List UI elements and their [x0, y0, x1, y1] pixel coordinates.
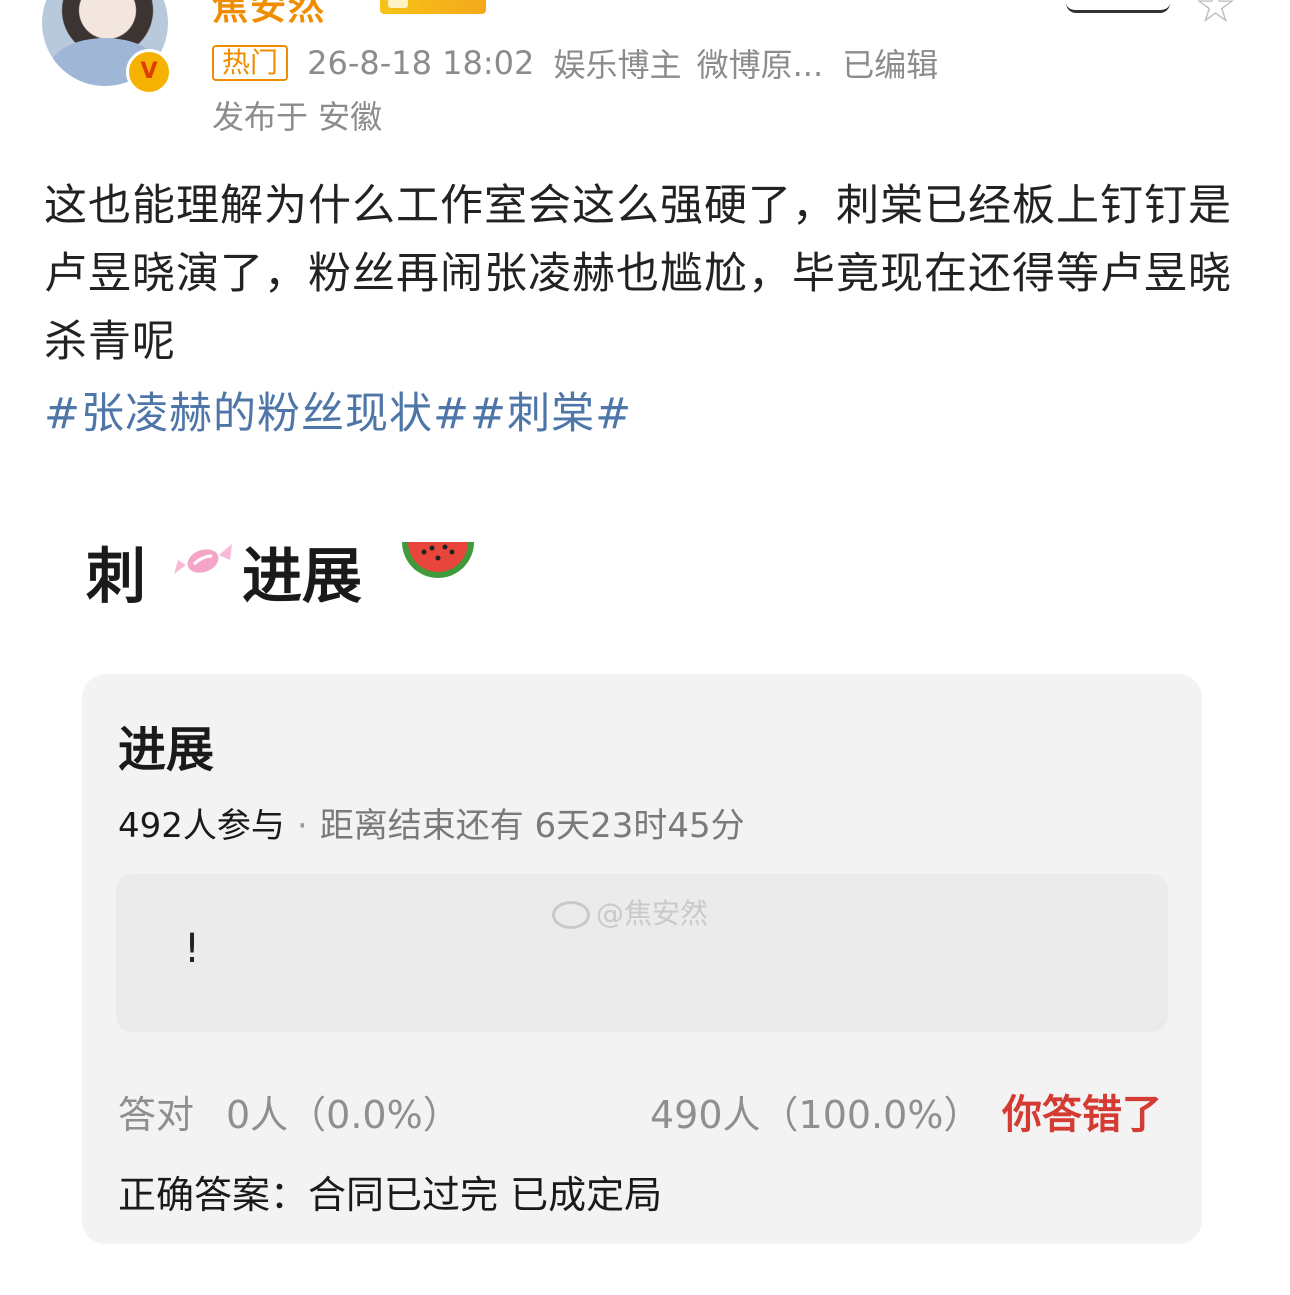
edited-label[interactable]: 已编辑: [842, 40, 938, 86]
post-source[interactable]: 微博原...: [697, 40, 824, 86]
wrong-count: 490人（100.0%）: [650, 1093, 982, 1137]
candy-icon: [174, 544, 232, 574]
stats-separator: ·: [296, 806, 308, 846]
follow-logo-icon[interactable]: [1066, 0, 1170, 13]
correct-count: 0人（0.0%）: [226, 1093, 461, 1137]
post-location: 发布于 安徽: [212, 98, 383, 136]
hot-tag: 热门: [212, 45, 289, 81]
weibo-watermark-icon: [552, 901, 590, 929]
image-title-part2: 进展: [242, 542, 362, 612]
verified-v-icon: V: [126, 49, 172, 95]
image-title-part1: 刺: [86, 542, 146, 612]
watermark: @焦安然: [552, 892, 708, 932]
username[interactable]: 焦安然: [212, 0, 326, 30]
level-badge-icon: [380, 0, 486, 14]
watermelon-icon: [402, 542, 474, 578]
hashtag-links[interactable]: #张凌赫的粉丝现状##刺棠#: [44, 379, 632, 441]
answer-option[interactable]: @焦安然 !: [116, 874, 1168, 1032]
correct-answer: 正确答案：合同已过完 已成定局: [118, 1173, 663, 1217]
answer-text: !: [184, 926, 201, 972]
quiz-title: 进展: [118, 722, 215, 778]
weibo-post-page: V 焦安然 ☆ 热门 26-8-18 18:02 娱乐博主 微博原... 已编辑…: [0, 0, 1290, 1295]
quiz-card: 进展 492人参与 · 距离结束还有 6天23时45分 @焦安然 ! 答对 0人（0…: [82, 674, 1202, 1244]
wrong-result-label: 你答错了: [1002, 1092, 1162, 1138]
post-image[interactable]: 刺进展 进展 492人参与 · 距离结束还有 6天23时45分 @焦安然 ! 答…: [44, 478, 1254, 1288]
post-meta: 热门 26-8-18 18:02 娱乐博主 微博原... 已编辑: [212, 40, 938, 84]
timestamp: 26-8-18 18:02: [307, 44, 535, 82]
post-text: 这也能理解为什么工作室会这么强硬了，刺棠已经板上钉钉是卢昱晓演了，粉丝再闹张凌赫…: [44, 181, 1232, 367]
participant-count: 492人参与: [118, 806, 285, 846]
quiz-stats: 492人参与 · 距离结束还有 6天23时45分: [118, 798, 745, 847]
correct-label: 答对: [118, 1093, 195, 1137]
star-icon[interactable]: ☆: [1194, 0, 1237, 34]
author-category: 娱乐博主: [553, 46, 682, 84]
countdown-timer: 距离结束还有 6天23时45分: [319, 806, 745, 846]
